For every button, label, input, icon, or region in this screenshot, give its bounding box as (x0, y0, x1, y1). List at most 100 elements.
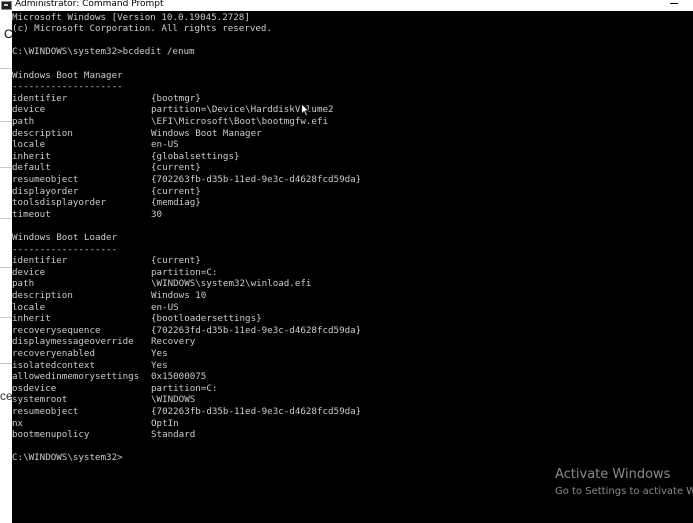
bcd-section-heading: Windows Boot Loader (12, 232, 118, 243)
bcd-entry-key: description (12, 290, 73, 301)
bcd-entry-value: {702263fb-d35b-11ed-9e3c-d4628fcd59da} (151, 406, 362, 417)
bcd-entry-key: locale (12, 301, 46, 313)
bcd-entry-row: identifier {current} (12, 255, 201, 267)
bcd-entry-value: partition=C: (151, 266, 218, 278)
command-prompt-icon (1, 1, 12, 10)
bcd-entry-value: Yes (151, 359, 168, 371)
background-window-divider (0, 363, 12, 364)
bcd-entry-row: default {current} (12, 162, 201, 174)
window-title: Administrator: Command Prompt (15, 0, 164, 9)
bcd-entry-key: inherit (12, 313, 51, 325)
bcd-entry-value: Yes (151, 348, 168, 359)
bcd-entry-row: inherit {globalsettings} (12, 150, 240, 163)
bcd-entry-value: {bootmgr} (151, 92, 201, 104)
bcd-entry-key: allowedinmemorysettings (12, 371, 140, 383)
background-window-divider (0, 267, 12, 268)
bcd-entry-key: resumeobject (12, 406, 79, 417)
console-command-line: C:\WINDOWS\system32>bcdedit /enum (12, 46, 195, 58)
bcd-entry-row: osdevice partition=C: (12, 382, 217, 395)
bcd-entry-value: \WINDOWS\system32\winload.efi (151, 278, 312, 290)
bcd-entry-value: Standard (151, 429, 196, 441)
bcd-entry-value: {memdiag} (151, 197, 201, 209)
activation-watermark-subtitle: Go to Settings to activate Wi (555, 486, 693, 497)
bcd-entry-key: systemroot (12, 394, 68, 406)
minimize-button[interactable] (668, 0, 688, 11)
bcd-entry-key: device (12, 104, 46, 116)
console-header-line: (c) Microsoft Corporation. All rights re… (12, 23, 272, 35)
bcd-entry-value: {globalsettings} (151, 150, 240, 162)
bcd-entry-row: description Windows Boot Manager (12, 127, 262, 140)
bcd-entry-row: locale en-US (12, 301, 179, 314)
bcd-entry-key: recoveryenabled (12, 348, 95, 359)
bcd-entry-row: inherit {bootloadersettings} (12, 313, 262, 325)
console-prompt-line: C:\WINDOWS\system32> (12, 452, 123, 464)
bcd-section-underline: ------------------- (12, 243, 118, 255)
bcd-entry-row: device partition=C: (12, 266, 217, 279)
bcd-entry-key: locale (12, 139, 46, 151)
bcd-entry-row: nx OptIn (12, 417, 179, 430)
background-window-edge[interactable]: C ce (0, 11, 12, 523)
bcd-entry-key: inherit (12, 150, 51, 162)
bcd-entry-value: 0x15000075 (151, 371, 207, 383)
command-prompt-window: Administrator: Command Prompt C ce Micro… (0, 0, 693, 523)
bcd-entry-row: recoverysequence {702263fd-d35b-11ed-9e3c… (12, 324, 361, 337)
bcd-entry-row: path \EFI\Microsoft\Boot\bootmgfw.efi (12, 116, 328, 128)
bcd-entry-row: resumeobject {702263fb-d35b-11ed-9e3c-d46… (12, 406, 361, 418)
bcd-entry-row: device partition=\Device\HarddiskVolume2 (12, 104, 334, 116)
bcd-entry-value: \WINDOWS (151, 394, 196, 406)
bcd-entry-value: partition=C: (151, 382, 218, 394)
bcd-entry-key: timeout (12, 208, 51, 220)
console-output[interactable]: Microsoft Windows [Version 10.0.19045.27… (12, 11, 693, 523)
bcd-entry-value: {current} (151, 255, 201, 267)
bcd-entry-row: recoveryenabled Yes (12, 348, 168, 360)
bcd-entry-key: toolsdisplayorder (12, 197, 107, 209)
bcd-entry-row: path \WINDOWS\system32\winload.efi (12, 278, 311, 290)
bcd-entry-key: recoverysequence (12, 324, 101, 336)
background-window-divider (0, 121, 12, 122)
bcd-entry-key: bootmenupolicy (12, 429, 90, 441)
bcd-entry-key: default (12, 162, 51, 174)
bcd-entry-value: {bootloadersettings} (151, 313, 262, 325)
bcd-entry-row: toolsdisplayorder {memdiag} (12, 197, 201, 209)
bcd-section-heading: Windows Boot Manager (12, 69, 123, 81)
background-window-text: C (4, 27, 12, 41)
bcd-entry-value: {current} (151, 185, 201, 197)
bcd-entry-row: description Windows 10 (12, 290, 206, 302)
title-bar[interactable]: Administrator: Command Prompt (0, 0, 693, 11)
bcd-entry-key: description (12, 127, 73, 139)
bcd-entry-key: path (12, 116, 35, 127)
bcd-entry-row: displayorder {current} (12, 186, 201, 198)
bcd-entry-value: {702263fb-d35b-11ed-9e3c-d4628fcd59da} (151, 174, 362, 185)
bcd-entry-value: en-US (151, 139, 179, 151)
console-header-line: Microsoft Windows [Version 10.0.19045.27… (12, 11, 250, 23)
bcd-entry-row: displaymessageoverride Recovery (12, 336, 195, 348)
bcd-entry-row: locale en-US (12, 139, 179, 151)
bcd-entry-key: path (12, 278, 35, 290)
bcd-entry-row: bootmenupolicy Standard (12, 429, 195, 441)
background-window-divider (0, 317, 12, 318)
bcd-entry-value: 30 (151, 208, 163, 220)
bcd-entry-value: {702263fd-d35b-11ed-9e3c-d4628fcd59da} (151, 324, 362, 336)
bcd-entry-value: en-US (151, 301, 179, 313)
bcd-entry-key: device (12, 266, 46, 278)
bcd-entry-row: systemroot \WINDOWS (12, 394, 195, 406)
bcd-entry-value: Windows 10 (151, 290, 207, 301)
mouse-cursor-icon (301, 103, 311, 117)
bcd-entry-key: identifier (12, 92, 68, 104)
background-window-text: ce (0, 389, 12, 403)
bcd-entry-row: resumeobject {702263fb-d35b-11ed-9e3c-d46… (12, 174, 361, 186)
bcd-entry-row: identifier {bootmgr} (12, 92, 201, 105)
activation-watermark-title: Activate Windows (555, 467, 671, 482)
bcd-entry-value: {current} (151, 162, 201, 174)
bcd-entry-value: OptIn (151, 417, 179, 429)
bcd-entry-key: displaymessageoverride (12, 336, 134, 348)
background-window-divider (0, 68, 12, 69)
bcd-entry-row: isolatedcontext Yes (12, 360, 168, 372)
bcd-entry-key: nx (12, 417, 24, 429)
bcd-entry-row: timeout 30 (12, 208, 162, 221)
bcd-entry-value: \EFI\Microsoft\Boot\bootmgfw.efi (151, 116, 329, 127)
bcd-entry-value: Recovery (151, 336, 196, 348)
bcd-entry-key: osdevice (12, 382, 57, 394)
bcd-entry-key: resumeobject (12, 174, 79, 185)
bcd-entry-value: Windows Boot Manager (151, 127, 262, 139)
